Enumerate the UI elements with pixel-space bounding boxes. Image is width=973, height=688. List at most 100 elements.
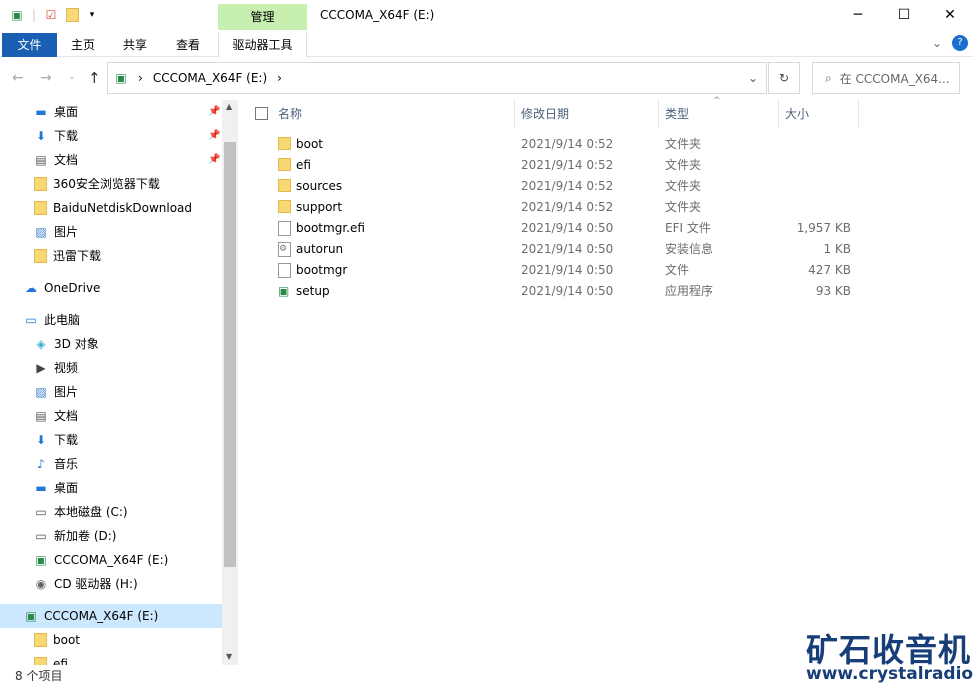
- nav-item[interactable]: ▶ 视频: [0, 356, 78, 380]
- column-header-size[interactable]: 大小: [779, 100, 859, 128]
- expand-ribbon-icon[interactable]: ⌄: [932, 36, 942, 50]
- nav-item[interactable]: ▭ 新加卷 (D:): [0, 524, 116, 548]
- nav-item-label: 新加卷 (D:): [54, 529, 117, 543]
- nav-item[interactable]: ☁ OneDrive: [0, 276, 100, 300]
- setup-icon: ▣: [278, 284, 290, 298]
- file-type: 应用程序: [665, 284, 714, 298]
- file-row[interactable]: bootmgr.efi 2021/9/14 0:50 EFI 文件 1,957 KB: [270, 218, 860, 239]
- tab-drive-tools[interactable]: 驱动器工具: [218, 33, 307, 57]
- help-icon[interactable]: ?: [952, 35, 968, 51]
- minimize-button[interactable]: ─: [835, 0, 881, 30]
- properties-icon[interactable]: ☑: [44, 8, 58, 22]
- video-icon: ▶: [36, 361, 46, 375]
- tab-share[interactable]: 共享: [114, 33, 156, 57]
- nav-item[interactable]: ▭ 本地磁盘 (C:): [0, 500, 128, 524]
- column-header-date[interactable]: 修改日期: [515, 100, 659, 128]
- file-type: 文件夹: [665, 137, 702, 151]
- nav-scrollbar-thumb[interactable]: [224, 142, 236, 567]
- close-button[interactable]: ✕: [927, 0, 973, 30]
- nav-item-label: 此电脑: [44, 313, 81, 327]
- file-type: EFI 文件: [665, 221, 711, 235]
- chevron-down-icon[interactable]: ▾: [85, 8, 99, 22]
- nav-item[interactable]: ▤ 文档: [0, 404, 78, 428]
- nav-item-label: 3D 对象: [54, 337, 99, 351]
- nav-item-label: boot: [53, 633, 81, 647]
- install-drive-icon: ▣: [25, 609, 37, 623]
- nav-item-label: 本地磁盘 (C:): [54, 505, 128, 519]
- nav-item[interactable]: 360安全浏览器下载: [0, 172, 160, 196]
- scroll-down-icon[interactable]: ▼: [226, 652, 232, 661]
- nav-item-label: 图片: [54, 225, 79, 239]
- file-row[interactable]: support 2021/9/14 0:52 文件夹: [270, 197, 860, 218]
- search-input[interactable]: ⌕ 在 CCCOMA_X64...: [812, 62, 960, 94]
- tab-view[interactable]: 查看: [167, 33, 209, 57]
- window-title: CCCOMA_X64F (E:): [320, 8, 435, 22]
- address-bar[interactable]: ▣ › CCCOMA_X64F (E:) › ⌄: [107, 62, 767, 94]
- file-type: 文件: [665, 263, 690, 277]
- folder-icon: [278, 137, 291, 150]
- nav-item-label: 音乐: [54, 457, 79, 471]
- chevron-right-icon[interactable]: ›: [277, 71, 282, 85]
- new-folder-icon[interactable]: [66, 8, 80, 22]
- file-row[interactable]: sources 2021/9/14 0:52 文件夹: [270, 176, 860, 197]
- nav-item[interactable]: ▬ 桌面: [0, 476, 78, 500]
- nav-item-label: 文档: [54, 153, 79, 167]
- nav-item[interactable]: ▨ 图片: [0, 220, 78, 244]
- nav-item[interactable]: ⬇ 下载 📌: [0, 124, 220, 148]
- file-icon: [278, 263, 291, 278]
- file-name: support: [296, 200, 343, 214]
- document-icon: ▤: [35, 153, 47, 167]
- column-header-name[interactable]: 名称: [272, 100, 515, 128]
- nav-item[interactable]: efi: [0, 652, 68, 665]
- recent-locations-icon[interactable]: ⌄: [68, 72, 76, 82]
- file-icon: [278, 221, 291, 236]
- drive-icon: ▣: [11, 8, 23, 22]
- nav-item[interactable]: ⬇ 下载: [0, 428, 78, 452]
- forward-button[interactable]: →: [40, 70, 52, 86]
- drive-icon: ▣: [115, 71, 127, 85]
- install-drive-icon: ▣: [35, 553, 47, 567]
- nav-item-label: 图片: [54, 385, 79, 399]
- chevron-down-icon[interactable]: ⌄: [748, 71, 758, 85]
- nav-item[interactable]: boot: [0, 628, 80, 652]
- nav-item[interactable]: ▣ CCCOMA_X64F (E:): [0, 548, 168, 572]
- manage-context-tab: 管理: [218, 4, 307, 30]
- download-icon: ⬇: [35, 433, 47, 447]
- nav-item[interactable]: ▤ 文档 📌: [0, 148, 220, 172]
- nav-item[interactable]: 迅雷下载: [0, 244, 101, 268]
- nav-item[interactable]: BaiduNetdiskDownload: [0, 196, 192, 220]
- file-row[interactable]: ⚙ autorun 2021/9/14 0:50 安装信息 1 KB: [270, 239, 860, 260]
- nav-item-label: 视频: [54, 361, 79, 375]
- nav-item-label: 360安全浏览器下载: [53, 177, 160, 191]
- file-row[interactable]: ▣ setup 2021/9/14 0:50 应用程序 93 KB: [270, 281, 860, 302]
- nav-item[interactable]: ▬ 桌面 📌: [0, 100, 220, 124]
- nav-item[interactable]: ▣ CCCOMA_X64F (E:): [0, 604, 222, 628]
- file-name: bootmgr: [296, 263, 348, 277]
- folder-icon: [34, 249, 47, 263]
- refresh-button[interactable]: ↻: [768, 62, 800, 94]
- computer-icon: ▭: [25, 313, 37, 327]
- file-type: 文件夹: [665, 179, 702, 193]
- navigation-pane: ▬ 桌面 📌 ⬇ 下载 📌 ▤ 文档 📌 360安全浏览器下载 BaiduNetdiskDownlo…: [0, 100, 238, 665]
- nav-item[interactable]: ◉ CD 驱动器 (H:): [0, 572, 138, 596]
- nav-item-label: CD 驱动器 (H:): [54, 577, 138, 591]
- nav-item[interactable]: ♪ 音乐: [0, 452, 78, 476]
- back-button[interactable]: ←: [12, 70, 24, 86]
- file-row[interactable]: bootmgr 2021/9/14 0:50 文件 427 KB: [270, 260, 860, 281]
- file-row[interactable]: boot 2021/9/14 0:52 文件夹: [270, 134, 860, 155]
- tab-file[interactable]: 文件: [2, 33, 57, 57]
- up-button[interactable]: ↑: [88, 69, 101, 87]
- select-all-checkbox[interactable]: [255, 107, 268, 120]
- file-row[interactable]: efi 2021/9/14 0:52 文件夹: [270, 155, 860, 176]
- quick-access-toolbar: ▣ | ☑ ▾: [10, 6, 99, 24]
- maximize-button[interactable]: ☐: [881, 0, 927, 30]
- nav-item[interactable]: ▨ 图片: [0, 380, 78, 404]
- breadcrumb[interactable]: CCCOMA_X64F (E:): [153, 71, 267, 85]
- nav-item[interactable]: ◈ 3D 对象: [0, 332, 99, 356]
- file-date: 2021/9/14 0:52: [521, 179, 614, 193]
- scroll-up-icon[interactable]: ▲: [226, 102, 232, 111]
- nav-item[interactable]: ▭ 此电脑: [0, 308, 80, 332]
- nav-item-label: OneDrive: [44, 281, 101, 295]
- file-date: 2021/9/14 0:50: [521, 263, 614, 277]
- tab-home[interactable]: 主页: [62, 33, 104, 57]
